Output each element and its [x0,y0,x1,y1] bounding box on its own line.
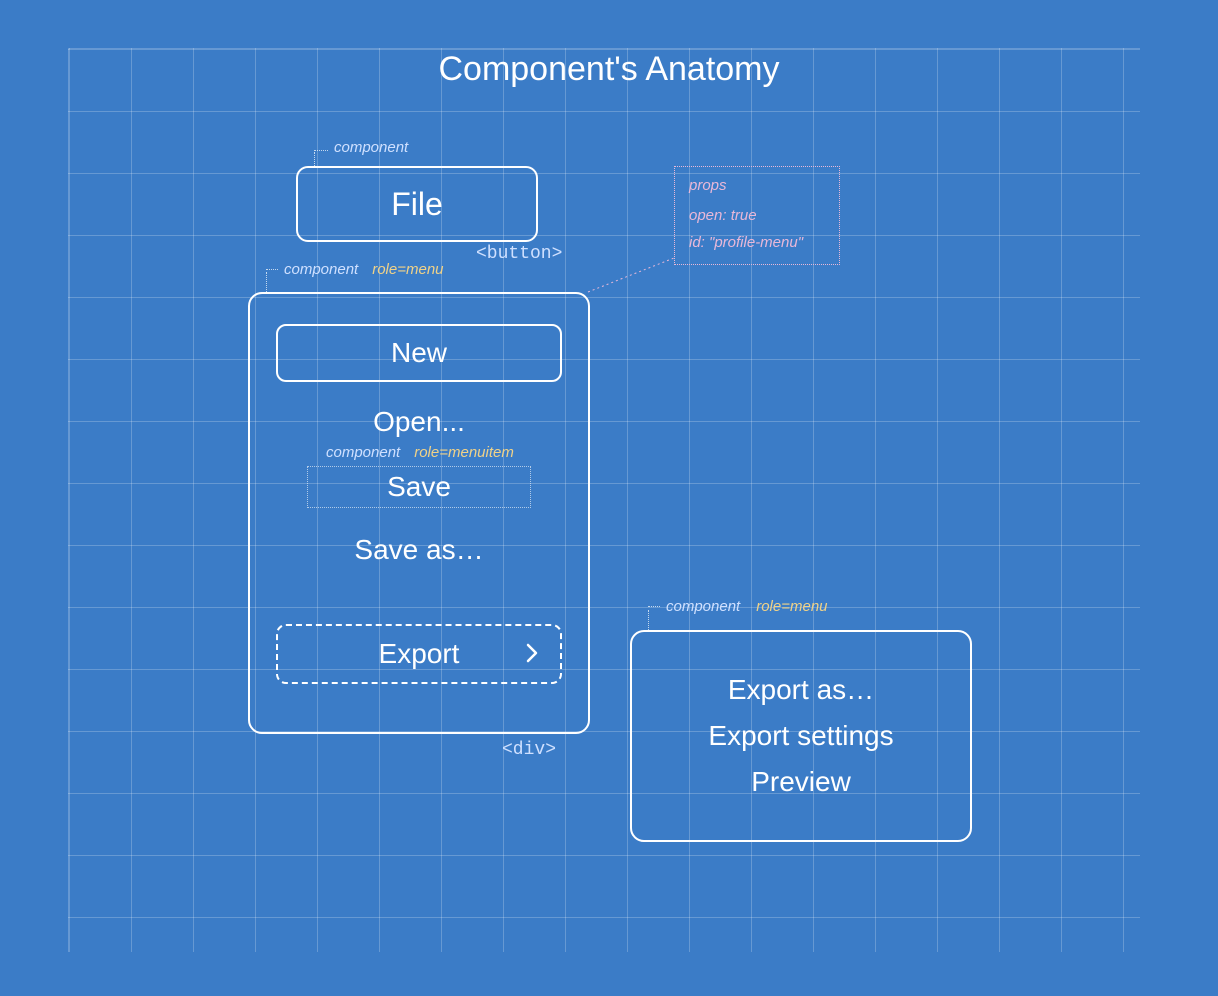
save-component-label: component [326,444,400,461]
props-panel: props open: true id: "profile-menu" [674,166,840,265]
menu-item-open[interactable]: Open... [272,406,566,438]
menu-item-new[interactable]: New [276,324,562,382]
menu-item-export[interactable]: Export [276,624,562,684]
submenu-item-export-as[interactable]: Export as… [728,674,874,706]
submenu-role-label: role=menu [756,598,827,615]
props-title: props [689,177,825,194]
submenu-component-label: component [666,598,740,615]
props-connector [588,258,678,298]
submenu-leader [648,610,649,630]
file-component-label: component [314,139,408,156]
menu-component-label-row: component role=menu [266,261,444,278]
menu-item-save-as[interactable]: Save as… [272,534,566,566]
submenu-panel: Export as… Export settings Preview [630,630,972,842]
file-leader [314,152,315,166]
blueprint-grid [68,48,1140,952]
page-title: Component's Anatomy [0,50,1218,89]
button-tag-label: <button> [476,244,562,264]
file-button[interactable]: File [296,166,538,242]
menu-role-label: role=menu [372,261,443,278]
props-id: id: "profile-menu" [689,229,825,256]
save-role-label: role=menuitem [414,444,514,461]
file-button-label: File [391,186,443,223]
menu-item-save[interactable]: component role=menuitem Save [307,466,531,508]
menu-panel: New Open... component role=menuitem Save… [248,292,590,734]
chevron-right-icon [526,638,538,670]
submenu-item-preview[interactable]: Preview [751,766,851,798]
menu-component-label: component [284,261,358,278]
div-tag-label: <div> [502,740,556,760]
menu-leader [266,272,267,292]
submenu-item-export-settings[interactable]: Export settings [708,720,893,752]
submenu-label-row: component role=menu [648,598,828,615]
props-open: open: true [689,202,825,229]
